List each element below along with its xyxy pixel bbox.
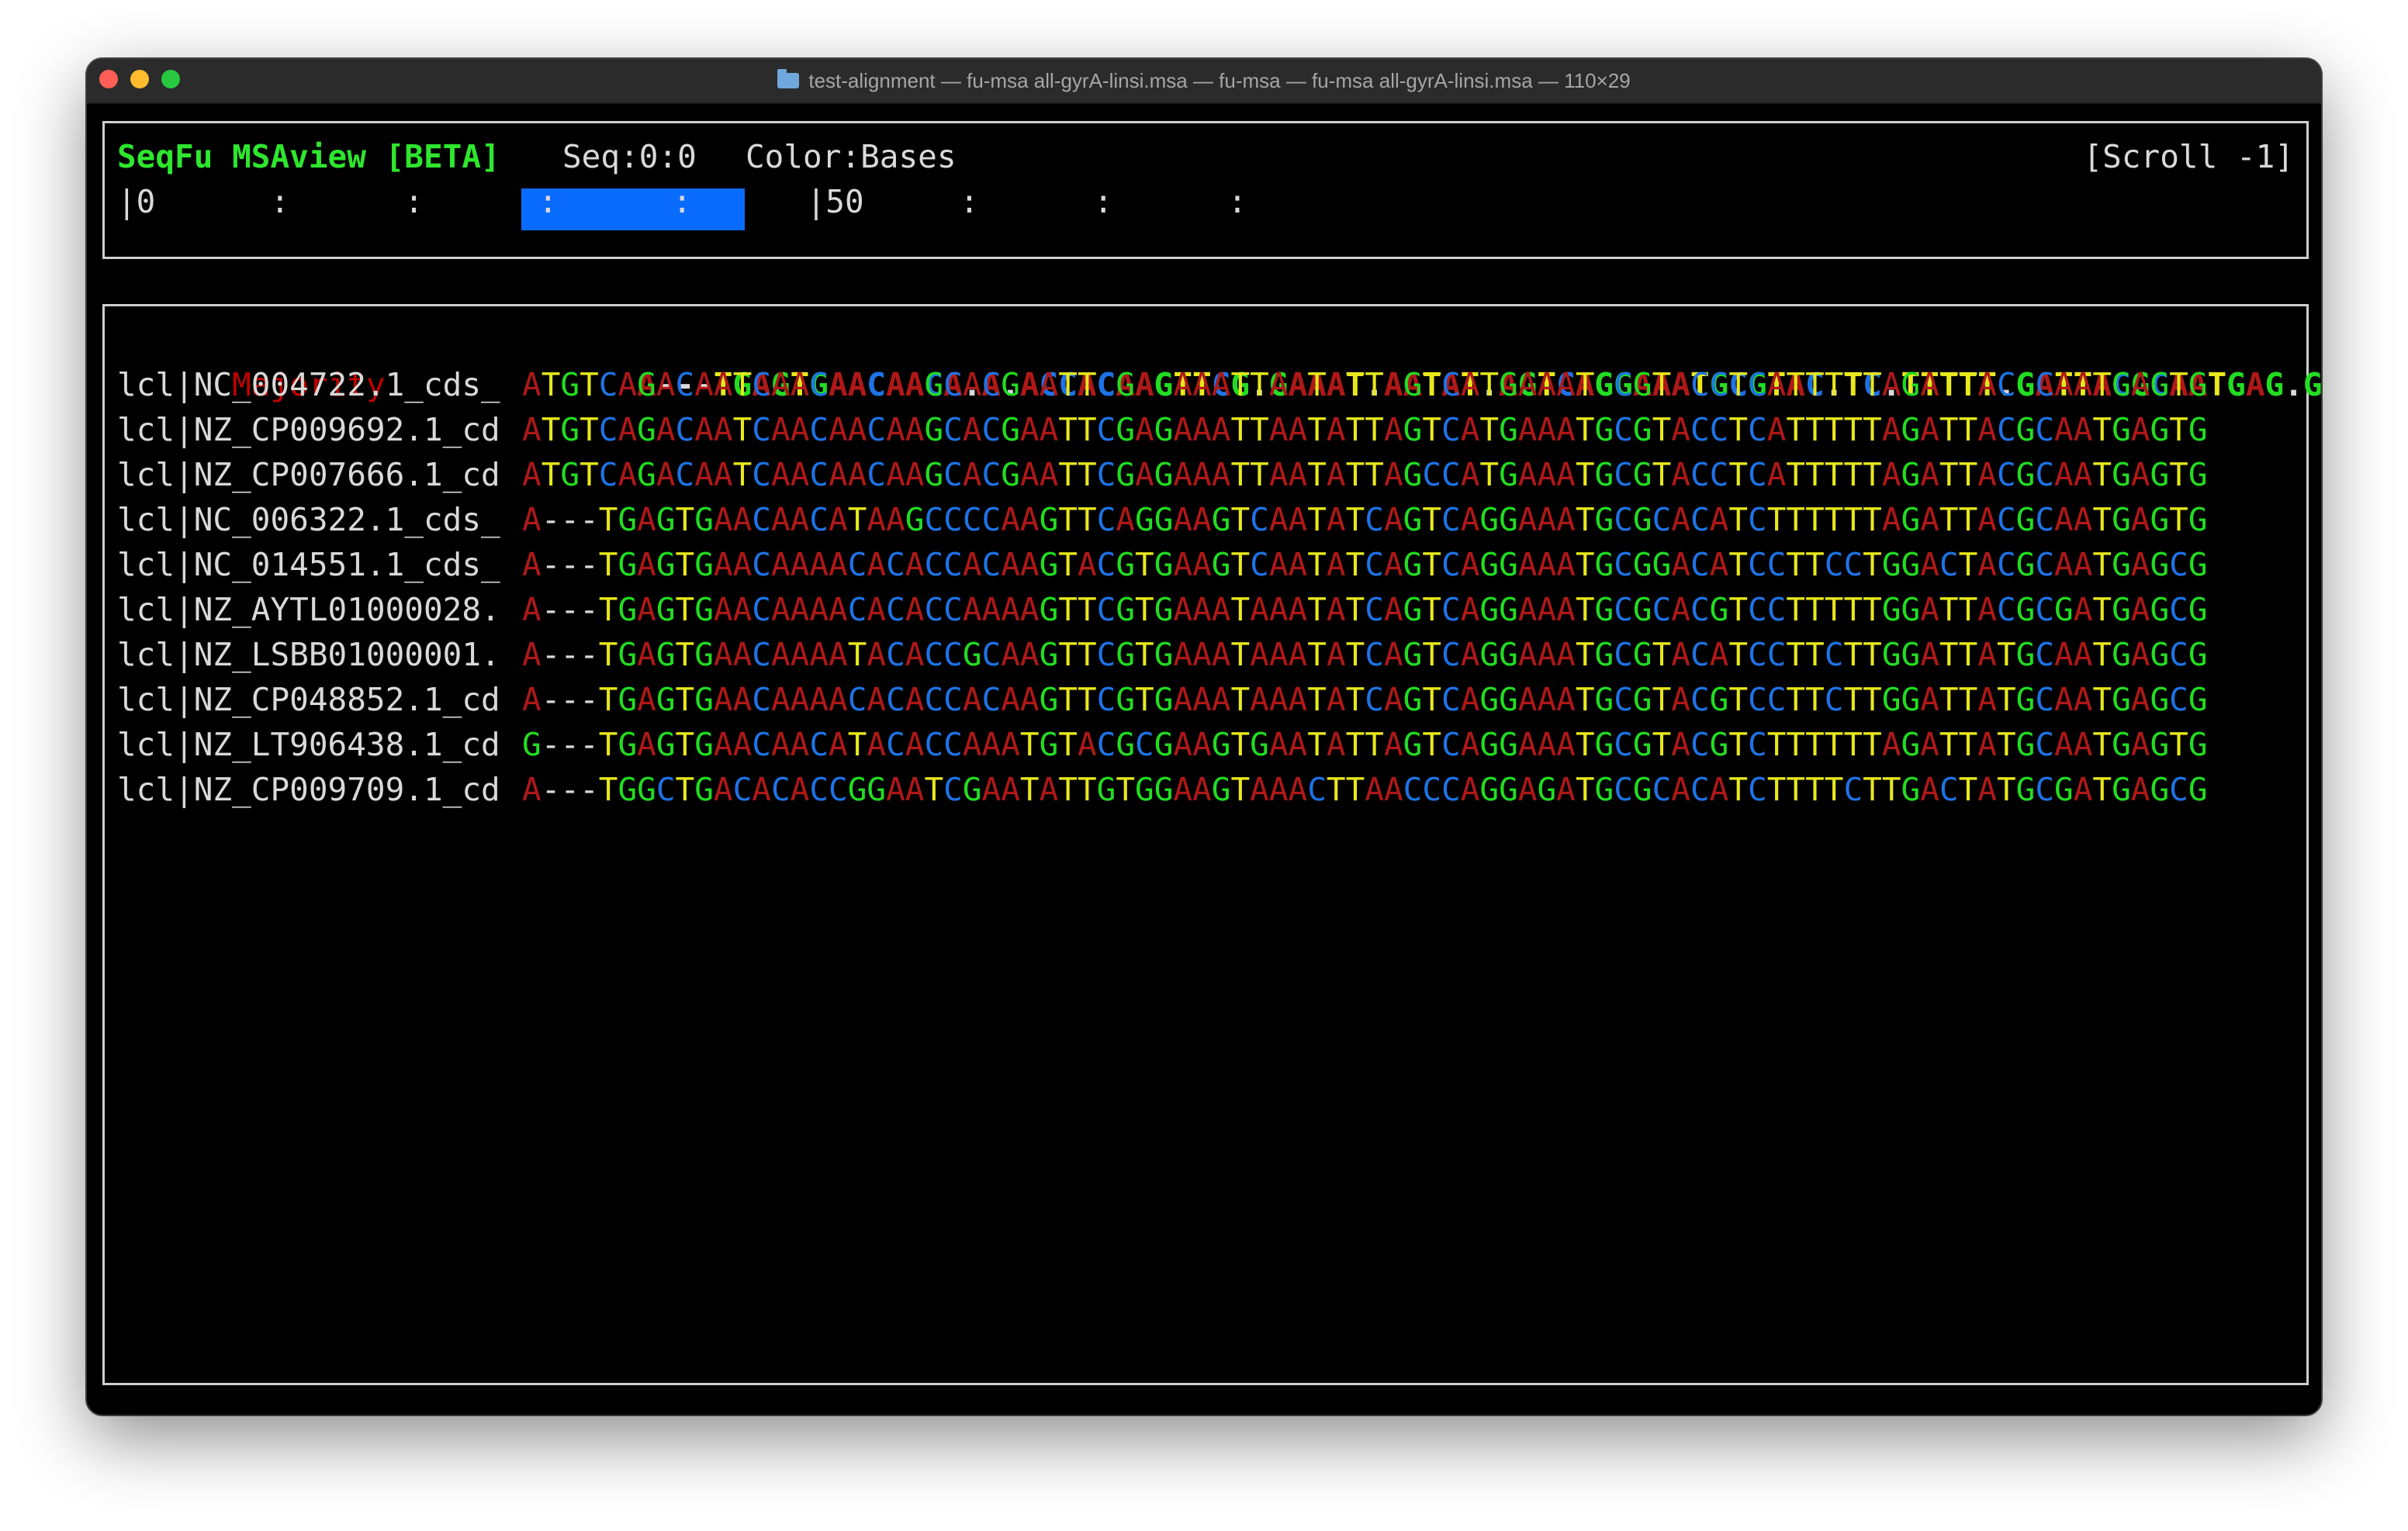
window-title-area: test-alignment — fu-msa all-gyrA-linsi.m… xyxy=(87,59,2321,102)
scroll-status: [Scroll -1] xyxy=(2083,138,2294,175)
sequence-residues: A---TGAGTGAACAAAACACACCACAAGTACGTGAAGTCA… xyxy=(522,546,2208,583)
sequence-label: lcl|NZ_LSBB01000001. xyxy=(117,636,500,673)
terminal-window: test-alignment — fu-msa all-gyrA-linsi.m… xyxy=(87,59,2321,1415)
sequence-row: lcl|NZ_CP048852.1_cd A---TGAGTGAACAAAACAC… xyxy=(117,677,2208,722)
sequence-row: lcl|NZ_AYTL01000028. A---TGAGTGAACAAAACAC… xyxy=(117,587,2208,632)
sequence-residues: ATGTCAGACAATCAACAACAAGCACGAATTCGAGAAATTA… xyxy=(522,456,2208,493)
sequence-row: lcl|NC_014551.1_cds_ A---TGAGTGAACAAAACAC… xyxy=(117,542,2208,587)
folder-icon xyxy=(777,69,800,88)
majority-row: Majority A---TGAGTGAACAACA.A.ACCACAAGTTCG… xyxy=(117,317,2321,403)
sequence-residues: A---TGAGTGAACAAAACACACCAAAAGTTCGTGAAATAA… xyxy=(522,591,2208,628)
seq-status: Seq:0:0 xyxy=(562,138,697,175)
sequence-label: lcl|NZ_CP009692.1_cd xyxy=(117,411,500,448)
sequence-label: lcl|NZ_CP009709.1_cd xyxy=(117,771,500,808)
color-mode-status: Color:Bases xyxy=(746,138,957,175)
title-bar[interactable]: test-alignment — fu-msa all-gyrA-linsi.m… xyxy=(87,59,2321,104)
sequence-row: lcl|NC_006322.1_cds_ A---TGAGTGAACAACATAA… xyxy=(117,497,2208,542)
sequence-label: lcl|NZ_LT906438.1_cd xyxy=(117,726,500,763)
sequence-label: lcl|NC_004722.1_cds_ xyxy=(117,366,500,403)
sequence-residues: A---TGAGTGAACAAAACACACCACAAGTTCGTGAAATAA… xyxy=(522,681,2208,718)
sequence-label: lcl|NZ_AYTL01000028. xyxy=(117,591,500,628)
window-title: test-alignment — fu-msa all-gyrA-linsi.m… xyxy=(808,68,1631,92)
sequence-residues: ATGTCAGACAATCAACAACAAGCACGAATTCGAGAAATTA… xyxy=(522,366,2208,403)
position-ruler: |0 : : : : |50 : : : xyxy=(117,183,1362,220)
sequence-row: lcl|NZ_CP009709.1_cd A---TGGCTGACACACCGGA… xyxy=(117,767,2208,812)
sequence-residues: G---TGAGTGAACAACATACACCAAATGTACGCGAAGTGA… xyxy=(522,726,2208,763)
header-panel: SeqFu MSAview [BETA] Seq:0:0 Color:Bases… xyxy=(102,121,2309,259)
sequence-row: lcl|NC_004722.1_cds_ ATGTCAGACAATCAACAACA… xyxy=(117,362,2208,407)
sequence-label: lcl|NZ_CP007666.1_cd xyxy=(117,456,500,493)
sequence-label: lcl|NZ_CP048852.1_cd xyxy=(117,681,500,718)
sequence-residues: A---TGAGTGAACAACATAAGCCCCAAGTTCAGGAAGTCA… xyxy=(522,501,2208,538)
sequence-row: lcl|NZ_LT906438.1_cd G---TGAGTGAACAACATAC… xyxy=(117,722,2208,767)
sequence-row: lcl|NZ_LSBB01000001. A---TGAGTGAACAAAATAC… xyxy=(117,632,2208,677)
sequence-label: lcl|NC_006322.1_cds_ xyxy=(117,501,500,538)
alignment-panel[interactable]: Majority A---TGAGTGAACAACA.A.ACCACAAGTTCG… xyxy=(102,304,2321,1385)
app-title: SeqFu MSAview [BETA] xyxy=(117,138,500,175)
sequence-residues: A---TGGCTGACACACCGGAATCGAATATTGTGGAAGTAA… xyxy=(522,771,2208,808)
sequence-residues: A---TGAGTGAACAAAATACACCGCAAGTTCGTGAAATAA… xyxy=(522,636,2208,673)
sequence-label: lcl|NC_014551.1_cds_ xyxy=(117,546,500,583)
sequence-row: lcl|NZ_CP009692.1_cd ATGTCAGACAATCAACAACA… xyxy=(117,407,2208,452)
sequence-residues: ATGTCAGACAATCAACAACAAGCACGAATTCGAGAAATTA… xyxy=(522,411,2208,448)
sequence-row: lcl|NZ_CP007666.1_cd ATGTCAGACAATCAACAACA… xyxy=(117,452,2208,497)
